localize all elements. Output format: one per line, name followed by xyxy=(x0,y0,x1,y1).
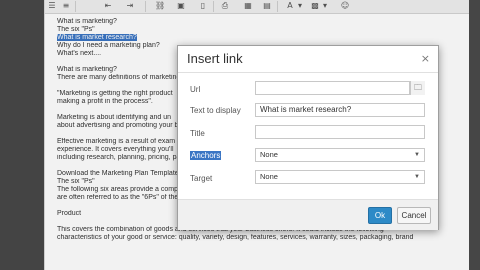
format-icon[interactable]: ▤ xyxy=(262,1,272,11)
insert-link-dialog: Insert link × Url 🗀 Text to display What… xyxy=(177,45,439,230)
text-color-icon[interactable]: A xyxy=(285,1,295,11)
toolbar-separator xyxy=(277,1,278,12)
selected-link-text: What is market research? xyxy=(57,34,137,41)
indent-icon[interactable]: ⇥ xyxy=(125,1,135,11)
anchors-label-text: Anchors xyxy=(190,151,222,160)
background-color-icon[interactable]: ▩ xyxy=(310,1,320,11)
outdent-icon[interactable]: ⇤ xyxy=(103,1,113,11)
chevron-down-icon: ▼ xyxy=(414,174,420,180)
background-color-dropdown-icon[interactable]: ▾ xyxy=(320,1,330,11)
text-to-display-input[interactable]: What is market research? xyxy=(255,103,425,117)
left-background xyxy=(0,0,44,270)
title-label: Title xyxy=(190,129,205,138)
content-line: The six "Ps" xyxy=(57,26,95,33)
text-color-dropdown-icon[interactable]: ▾ xyxy=(295,1,305,11)
title-input[interactable] xyxy=(255,125,425,139)
toolbar-separator xyxy=(213,1,214,12)
dialog-header: Insert link × xyxy=(178,46,438,73)
toolbar-separator xyxy=(75,1,76,12)
anchors-label: Anchors xyxy=(190,151,222,160)
bullet-list-icon[interactable]: ☰ xyxy=(47,1,57,11)
anchors-select[interactable]: None ▼ xyxy=(255,148,425,162)
target-label: Target xyxy=(190,174,213,183)
url-label: Url xyxy=(190,85,201,94)
toolbar-separator xyxy=(145,1,146,12)
link-icon[interactable]: ⛓ xyxy=(155,1,165,11)
table-icon[interactable]: ▦ xyxy=(243,1,253,11)
bookmark-icon[interactable]: ▯ xyxy=(198,1,208,11)
chevron-down-icon: ▼ xyxy=(414,152,420,158)
image-icon[interactable]: ▣ xyxy=(176,1,186,11)
editor-toolbar: ☰ ≡ ⇤ ⇥ ⛓ ▣ ▯ ⎙ ▦ ▤ A ▾ ▩ ▾ ☺ xyxy=(45,0,469,14)
print-icon[interactable]: ⎙ xyxy=(220,1,230,11)
text-to-display-label: Text to display xyxy=(190,106,241,115)
dialog-title: Insert link xyxy=(187,51,243,66)
emoticon-icon[interactable]: ☺ xyxy=(340,1,350,11)
close-icon[interactable]: × xyxy=(421,52,430,65)
cancel-button[interactable]: Cancel xyxy=(397,207,431,224)
content-line: characteristics of your good or service:… xyxy=(57,234,414,241)
browse-folder-icon[interactable]: 🗀 xyxy=(410,81,425,95)
ok-button[interactable]: Ok xyxy=(368,207,392,224)
target-select[interactable]: None ▼ xyxy=(255,170,425,184)
numbered-list-icon[interactable]: ≡ xyxy=(61,1,71,11)
dialog-footer: Ok Cancel xyxy=(178,199,438,230)
content-line: What is market research? xyxy=(57,34,462,42)
content-line: What is marketing? xyxy=(57,18,117,25)
right-background xyxy=(468,0,480,270)
anchors-select-value: None xyxy=(260,150,278,159)
target-select-value: None xyxy=(260,172,278,181)
url-input[interactable] xyxy=(255,81,410,95)
